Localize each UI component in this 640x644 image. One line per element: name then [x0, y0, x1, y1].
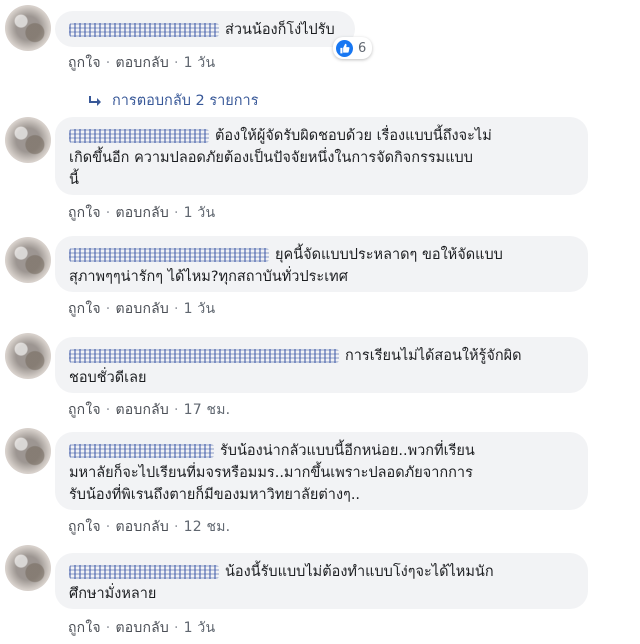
comment-text: รับน้องน่ากลัวแบบนี้อีกหน่อย..พวกที่เรีย… — [220, 443, 475, 459]
comment-bubble: ยุคนี้จัดแบบประหลาดๆ ขอให้จัดแบบ สุภาพๆๆ… — [55, 236, 588, 292]
separator-dot: · — [105, 402, 111, 418]
commenter-name-blurred[interactable] — [69, 248, 269, 262]
avatar[interactable] — [5, 117, 51, 163]
comment-bubble: รับน้องน่ากลัวแบบนี้อีกหน่อย..พวกที่เรีย… — [55, 432, 588, 510]
comment-text: น้องนี้รับแบบไม่ต้องทำแบบโง่ๆจะได้ไหมนัก — [225, 564, 494, 580]
separator-dot: · — [105, 620, 111, 636]
comment-text-line2: มหาลัยก็จะไปเรียนที่มจรหรือมมร..มากขึ้นเ… — [69, 465, 473, 481]
view-replies-link[interactable]: การตอบกลับ 2 รายการ — [88, 89, 259, 112]
like-link[interactable]: ถูกใจ — [68, 620, 101, 636]
like-link[interactable]: ถูกใจ — [68, 301, 101, 317]
separator-dot: · — [105, 55, 111, 71]
reply-link[interactable]: ตอบกลับ — [115, 55, 169, 71]
comment-actions: ถูกใจ · ตอบกลับ · 1 วัน — [68, 617, 215, 639]
comment-actions: ถูกใจ · ตอบกลับ · 1 วัน — [68, 202, 215, 224]
comment-text-line2: สุภาพๆๆน่ารักๆ ได้ไหม?ทุกสถาบันทั่วประเท… — [69, 269, 348, 285]
comment-text-line2: ชอบชั่วดีเลย — [69, 370, 147, 386]
like-link[interactable]: ถูกใจ — [68, 205, 101, 221]
commenter-name-blurred[interactable] — [69, 23, 219, 37]
timestamp[interactable]: 1 วัน — [184, 205, 216, 221]
comment-text: การเรียนไม่ได้สอนให้รู้จักผิด — [345, 348, 522, 364]
thumbs-up-icon — [336, 39, 353, 57]
separator-dot: · — [173, 205, 179, 221]
timestamp[interactable]: 1 วัน — [184, 55, 216, 71]
separator-dot: · — [105, 519, 111, 535]
like-link[interactable]: ถูกใจ — [68, 519, 101, 535]
separator-dot: · — [173, 620, 179, 636]
timestamp[interactable]: 1 วัน — [184, 301, 216, 317]
comment-text-line3: รับน้องที่พิเรนถึงตายก็มีของมหาวิทยาลัยต… — [69, 487, 361, 503]
separator-dot: · — [105, 205, 111, 221]
comment-text-line2: เกิดขึ้นอีก ความปลอดภัยต้องเป็นปัจจัยหนึ… — [69, 150, 473, 166]
like-link[interactable]: ถูกใจ — [68, 402, 101, 418]
separator-dot: · — [173, 519, 179, 535]
reaction-count: 6 — [358, 40, 367, 56]
reply-link[interactable]: ตอบกลับ — [115, 519, 169, 535]
separator-dot: · — [105, 301, 111, 317]
separator-dot: · — [173, 55, 179, 71]
comment-text: ต้องให้ผู้จัดรับผิดชอบด้วย เรื่องแบบนี้ถ… — [215, 128, 492, 144]
reaction-badge[interactable]: 6 — [333, 37, 373, 59]
like-link[interactable]: ถูกใจ — [68, 55, 101, 71]
comment-actions: ถูกใจ · ตอบกลับ · 17 ชม. — [68, 399, 230, 421]
avatar[interactable] — [5, 237, 51, 283]
comment-text: ส่วนน้องก็โง่ไปรับ — [225, 22, 335, 38]
commenter-name-blurred[interactable] — [69, 565, 219, 579]
commenter-name-blurred[interactable] — [69, 444, 214, 458]
commenter-name-blurred[interactable] — [69, 129, 209, 143]
reply-link[interactable]: ตอบกลับ — [115, 205, 169, 221]
reply-arrow-icon — [89, 95, 101, 106]
separator-dot: · — [173, 402, 179, 418]
comment-text-line3: นี้ — [69, 172, 79, 188]
timestamp[interactable]: 17 ชม. — [184, 402, 231, 418]
comment-text-line2: ศึกษามั่งหลาย — [69, 586, 157, 602]
comment-text: ยุคนี้จัดแบบประหลาดๆ ขอให้จัดแบบ — [275, 247, 503, 263]
reply-link[interactable]: ตอบกลับ — [115, 620, 169, 636]
timestamp[interactable]: 1 วัน — [184, 620, 216, 636]
avatar[interactable] — [5, 333, 51, 379]
timestamp[interactable]: 12 ชม. — [184, 519, 231, 535]
avatar[interactable] — [5, 5, 51, 51]
commenter-name-blurred[interactable] — [69, 349, 339, 363]
comment-bubble: การเรียนไม่ได้สอนให้รู้จักผิด ชอบชั่วดีเ… — [55, 337, 588, 393]
separator-dot: · — [173, 301, 179, 317]
reply-link[interactable]: ตอบกลับ — [115, 402, 169, 418]
avatar[interactable] — [5, 545, 51, 591]
reply-link[interactable]: ตอบกลับ — [115, 301, 169, 317]
comment-actions: ถูกใจ · ตอบกลับ · 12 ชม. — [68, 516, 230, 538]
avatar[interactable] — [5, 428, 51, 474]
comment-bubble: ต้องให้ผู้จัดรับผิดชอบด้วย เรื่องแบบนี้ถ… — [55, 117, 588, 195]
comment-actions: ถูกใจ · ตอบกลับ · 1 วัน — [68, 52, 215, 74]
replies-count-label: การตอบกลับ 2 รายการ — [112, 93, 259, 109]
comment-bubble: ส่วนน้องก็โง่ไปรับ — [55, 11, 355, 47]
comment-bubble: น้องนี้รับแบบไม่ต้องทำแบบโง่ๆจะได้ไหมนัก… — [55, 553, 588, 609]
comment-actions: ถูกใจ · ตอบกลับ · 1 วัน — [68, 298, 215, 320]
